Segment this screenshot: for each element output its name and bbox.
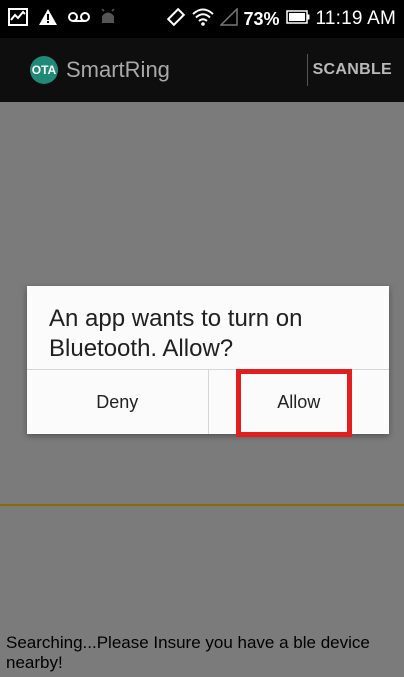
signal-icon — [218, 6, 238, 31]
scanble-button[interactable]: SCANBLE — [313, 61, 392, 79]
content-divider — [0, 504, 404, 506]
action-divider — [307, 54, 308, 86]
rotate-icon — [166, 7, 186, 32]
status-bar: 73% 11:19 AM — [0, 0, 404, 38]
allow-button[interactable]: Allow — [207, 370, 390, 434]
deny-button[interactable]: Deny — [27, 370, 208, 434]
warning-icon — [38, 8, 58, 31]
activity-icon — [8, 7, 28, 31]
status-right-icons: 73% 11:19 AM — [166, 6, 404, 32]
wifi-icon — [191, 8, 214, 31]
app-title: SmartRing — [66, 57, 170, 82]
dialog-message: An app wants to turn on Bluetooth. Allow… — [49, 305, 303, 362]
status-message: Searching...Please Insure you have a ble… — [6, 633, 370, 672]
battery-percent: 73% — [243, 8, 280, 29]
dialog-actions: Deny Allow — [27, 369, 389, 434]
bluetooth-permission-dialog: An app wants to turn on Bluetooth. Allow… — [27, 286, 389, 434]
voicemail-icon — [68, 10, 90, 29]
android-debug-icon — [100, 7, 116, 31]
battery-icon — [285, 9, 310, 29]
app-logo-icon: OTA — [30, 56, 58, 84]
status-left-icons — [0, 7, 116, 31]
status-time: 11:19 AM — [315, 8, 396, 29]
app-bar: OTA SmartRing SCANBLE — [0, 38, 404, 102]
